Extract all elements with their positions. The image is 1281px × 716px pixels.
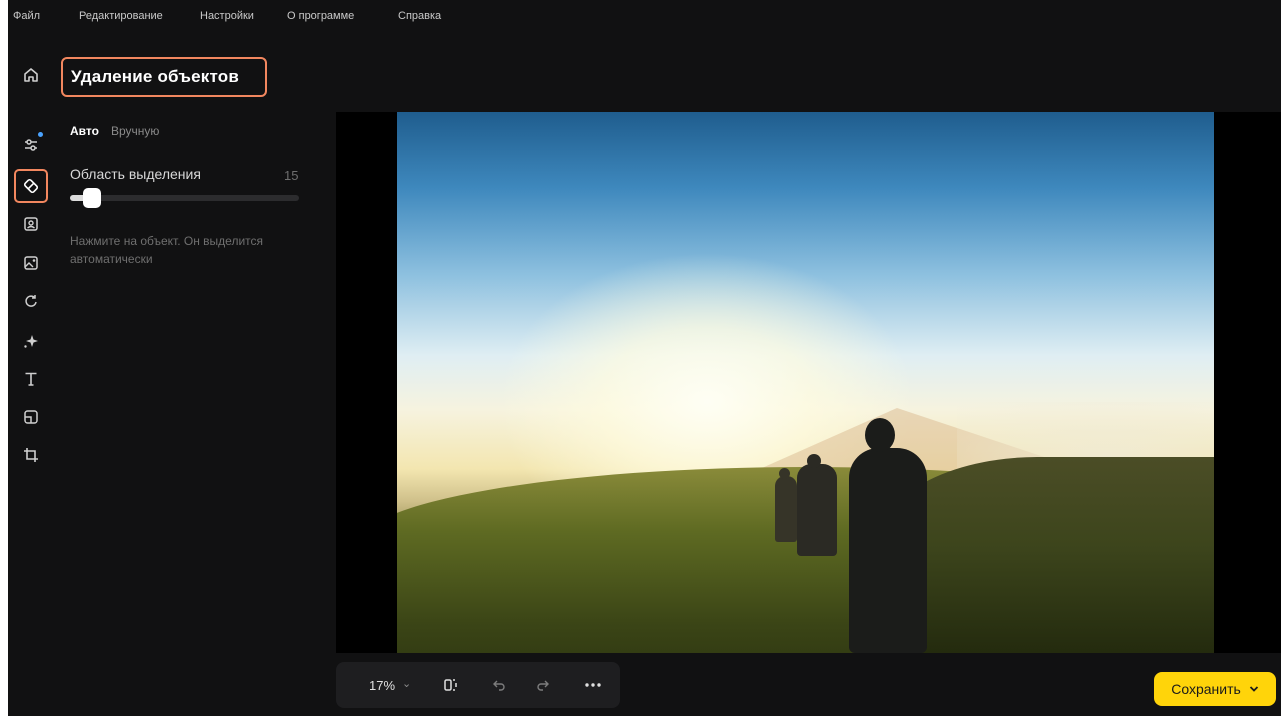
compare-icon[interactable]: [440, 674, 462, 696]
tab-auto[interactable]: Авто: [70, 124, 99, 138]
person-front-head: [865, 418, 895, 452]
image-canvas[interactable]: [336, 112, 1281, 653]
person-middle-head: [807, 454, 821, 468]
selection-area-slider[interactable]: [70, 195, 299, 201]
selection-area-label: Область выделения: [70, 166, 201, 182]
page-title: Удаление объектов: [71, 67, 240, 86]
menu-edit[interactable]: Редактирование: [79, 10, 163, 22]
person-middle: [797, 464, 837, 556]
menu-help[interactable]: Справка: [398, 10, 441, 22]
photo: [397, 112, 1214, 653]
app-window: Файл Редактирование Настройки О программ…: [8, 0, 1281, 716]
notification-dot: [38, 132, 43, 137]
menu-settings[interactable]: Настройки: [200, 10, 254, 22]
person-back: [775, 476, 797, 542]
photo-hill-right: [877, 457, 1214, 653]
more-icon[interactable]: [582, 674, 604, 696]
menu-file[interactable]: Файл: [13, 10, 40, 22]
menu-bar: Файл Редактирование Настройки О программ…: [8, 0, 1281, 30]
crop-icon[interactable]: [18, 442, 44, 468]
menu-about[interactable]: О программе: [287, 10, 354, 22]
text-icon[interactable]: [18, 366, 44, 392]
undo-icon[interactable]: [488, 674, 510, 696]
effects-icon[interactable]: [18, 328, 44, 354]
redo-icon[interactable]: [532, 674, 554, 696]
mode-tabs: Авто Вручную: [70, 124, 159, 138]
tab-manual[interactable]: Вручную: [111, 124, 159, 138]
portrait-icon[interactable]: [18, 211, 44, 237]
selection-area-value: 15: [284, 168, 299, 183]
person-back-head: [779, 468, 790, 479]
image-replace-icon[interactable]: [18, 250, 44, 276]
zoom-value[interactable]: 17%: [369, 678, 395, 693]
person-front: [849, 448, 927, 653]
home-icon[interactable]: [20, 64, 42, 86]
slider-thumb[interactable]: [83, 188, 101, 208]
transform-icon[interactable]: [18, 288, 44, 314]
eraser-icon[interactable]: [14, 169, 48, 203]
chevron-down-icon[interactable]: ⌄: [402, 677, 411, 690]
frame-icon[interactable]: [18, 404, 44, 430]
bottom-toolbar: 17% ⌄: [336, 662, 620, 708]
page-title-box: Удаление объектов: [61, 57, 267, 97]
save-button-label: Сохранить: [1171, 681, 1241, 697]
adjustments-icon[interactable]: [18, 132, 44, 158]
hint-text: Нажмите на объект. Он выделится автомати…: [70, 234, 264, 266]
save-button[interactable]: Сохранить: [1154, 672, 1276, 706]
chevron-down-icon: [1249, 686, 1258, 692]
